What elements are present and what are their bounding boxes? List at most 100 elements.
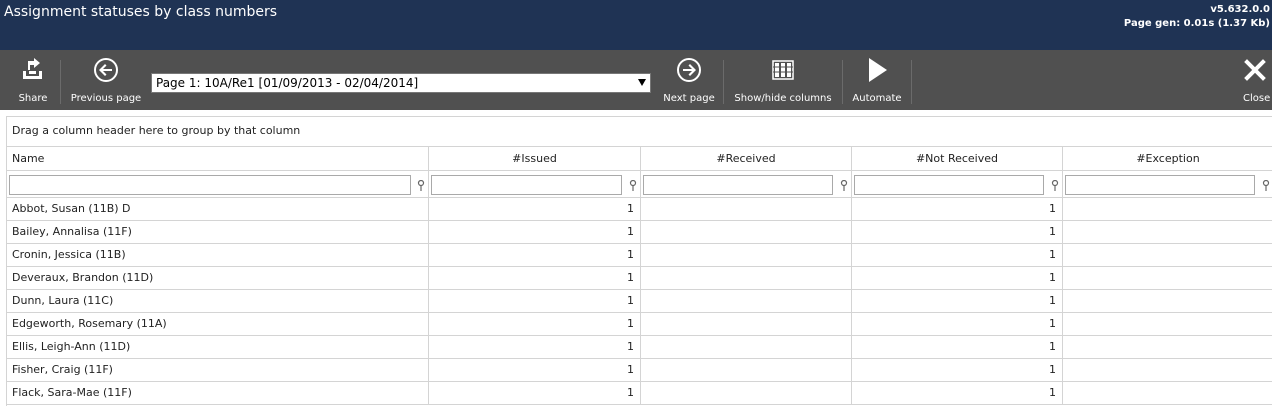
toolbar-separator (60, 60, 61, 104)
data-grid: Drag a column header here to group by th… (6, 116, 1272, 406)
cell-name: Cronin, Jessica (11B) (7, 244, 429, 266)
show-hide-columns-label: Show/hide columns (734, 93, 832, 104)
cell-exception (1063, 359, 1272, 381)
cell-received (641, 198, 852, 220)
cell-received (641, 221, 852, 243)
column-header-received[interactable]: #Received (641, 147, 852, 170)
column-header-name[interactable]: Name (7, 147, 429, 170)
cell-exception (1063, 244, 1272, 266)
cell-exception (1063, 336, 1272, 358)
cell-issued: 1 (429, 290, 641, 312)
toolbar-separator (911, 60, 912, 104)
column-header-exception[interactable]: #Exception (1063, 147, 1272, 170)
columns-icon (769, 56, 797, 84)
column-header-not-received[interactable]: #Not Received (852, 147, 1063, 170)
cell-name: Deveraux, Brandon (11D) (7, 267, 429, 289)
page-title: Assignment statuses by class numbers (4, 4, 278, 20)
cell-issued: 1 (429, 336, 641, 358)
filter-input-not-received[interactable] (854, 175, 1044, 195)
page-select[interactable]: Page 1: 10A/Re1 [01/09/2013 - 02/04/2014… (151, 73, 651, 93)
dropdown-arrow-icon (638, 79, 646, 86)
cell-not-received: 1 (852, 359, 1063, 381)
table-row[interactable]: Abbot, Susan (11B) D 1 1 (7, 198, 1272, 221)
cell-not-received: 1 (852, 244, 1063, 266)
cell-not-received: 1 (852, 267, 1063, 289)
table-row[interactable]: Cronin, Jessica (11B) 1 1 (7, 244, 1272, 267)
filter-cell-not-received (852, 171, 1063, 197)
automate-button[interactable]: Automate (848, 50, 906, 110)
group-by-panel[interactable]: Drag a column header here to group by th… (7, 117, 1272, 147)
cell-received (641, 336, 852, 358)
table-row[interactable]: Deveraux, Brandon (11D) 1 1 (7, 267, 1272, 290)
cell-name: Edgeworth, Rosemary (11A) (7, 313, 429, 335)
cell-name: Ellis, Leigh-Ann (11D) (7, 336, 429, 358)
filter-input-received[interactable] (643, 175, 833, 195)
close-button[interactable]: Close (1238, 50, 1272, 110)
previous-page-label: Previous page (70, 93, 142, 104)
cell-received (641, 359, 852, 381)
table-row[interactable]: Ellis, Leigh-Ann (11D) 1 1 (7, 336, 1272, 359)
play-icon (863, 56, 891, 84)
next-page-button[interactable]: Next page (660, 50, 718, 110)
filter-pin-icon[interactable] (417, 180, 425, 192)
filter-pin-icon[interactable] (840, 180, 848, 192)
table-row[interactable]: Edgeworth, Rosemary (11A) 1 1 (7, 313, 1272, 336)
previous-page-button[interactable]: Previous page (66, 50, 146, 110)
filter-pin-icon[interactable] (1262, 180, 1270, 192)
cell-not-received: 1 (852, 382, 1063, 404)
cell-received (641, 244, 852, 266)
toolbar-separator (842, 60, 843, 104)
table-row[interactable]: Bailey, Annalisa (11F) 1 1 (7, 221, 1272, 244)
toolbar-separator (723, 60, 724, 104)
app-header: Assignment statuses by class numbers v5.… (0, 0, 1272, 50)
cell-not-received: 1 (852, 313, 1063, 335)
cell-exception (1063, 313, 1272, 335)
cell-not-received: 1 (852, 198, 1063, 220)
cell-name: Fisher, Craig (11F) (7, 359, 429, 381)
cell-exception (1063, 221, 1272, 243)
filter-input-issued[interactable] (431, 175, 622, 195)
cell-not-received: 1 (852, 336, 1063, 358)
version-number: v5.632.0.0 (1210, 4, 1270, 15)
cell-issued: 1 (429, 221, 641, 243)
filter-cell-name (7, 171, 429, 197)
cell-name: Bailey, Annalisa (11F) (7, 221, 429, 243)
cell-name: Dunn, Laura (11C) (7, 290, 429, 312)
cell-received (641, 313, 852, 335)
table-row[interactable]: Dunn, Laura (11C) 1 1 (7, 290, 1272, 313)
toolbar: Share Previous page Page 1: 10A/Re1 [01/… (0, 50, 1272, 110)
filter-pin-icon[interactable] (1051, 180, 1059, 192)
table-row[interactable]: Fisher, Craig (11F) 1 1 (7, 359, 1272, 382)
column-header-issued[interactable]: #Issued (429, 147, 641, 170)
automate-label: Automate (852, 93, 902, 104)
cell-name: Flack, Sara-Mae (11F) (7, 382, 429, 404)
cell-issued: 1 (429, 244, 641, 266)
filter-row (7, 171, 1272, 198)
cell-issued: 1 (429, 359, 641, 381)
circle-arrow-left-icon (92, 56, 120, 84)
filter-cell-received (641, 171, 852, 197)
cell-issued: 1 (429, 313, 641, 335)
share-button[interactable]: Share (8, 50, 58, 110)
cell-issued: 1 (429, 198, 641, 220)
close-label: Close (1243, 93, 1271, 104)
close-icon (1241, 56, 1269, 84)
share-label: Share (18, 93, 48, 104)
circle-arrow-right-icon (675, 56, 703, 84)
filter-cell-exception (1063, 171, 1272, 197)
filter-pin-icon[interactable] (629, 180, 637, 192)
page-select-value: Page 1: 10A/Re1 [01/09/2013 - 02/04/2014… (156, 76, 419, 90)
cell-issued: 1 (429, 267, 641, 289)
cell-received (641, 267, 852, 289)
table-row[interactable]: Flack, Sara-Mae (11F) 1 1 (7, 382, 1272, 405)
filter-input-name[interactable] (9, 175, 411, 195)
column-header-row: Name #Issued #Received #Not Received #Ex… (7, 147, 1272, 171)
cell-exception (1063, 382, 1272, 404)
filter-input-exception[interactable] (1065, 175, 1255, 195)
cell-exception (1063, 290, 1272, 312)
cell-issued: 1 (429, 382, 641, 404)
share-icon (19, 56, 47, 84)
filter-cell-issued (429, 171, 641, 197)
cell-exception (1063, 267, 1272, 289)
show-hide-columns-button[interactable]: Show/hide columns (730, 50, 836, 110)
